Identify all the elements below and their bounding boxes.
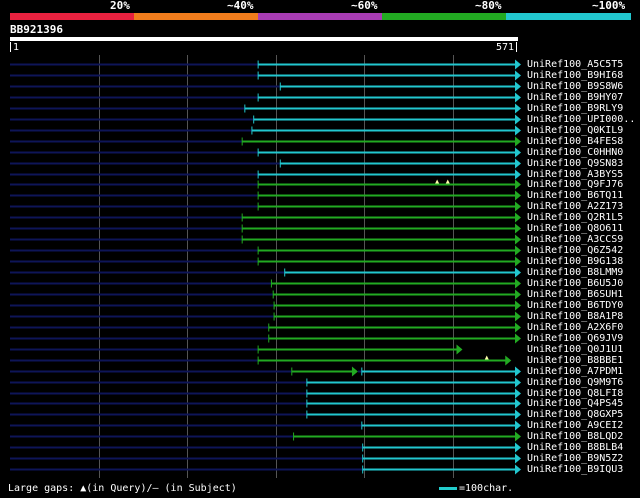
hit-end-arrow-icon xyxy=(515,92,521,103)
hit-end-arrow-icon xyxy=(515,398,521,409)
hit-end-arrow-icon xyxy=(515,125,521,136)
hit-label[interactable]: UniRef100_C0HHN0 xyxy=(527,147,623,158)
hit-end-arrow-icon xyxy=(515,223,521,234)
hit-label[interactable]: UniRef100_UPI000.. xyxy=(527,114,635,125)
hit-end-arrow-icon xyxy=(515,409,521,420)
hit-label[interactable]: UniRef100_Q9SN83 xyxy=(527,158,623,169)
hit-label[interactable]: UniRef100_B9HI68 xyxy=(527,70,623,81)
hit-label[interactable]: UniRef100_B8BBE1 xyxy=(527,355,623,366)
hit-label[interactable]: UniRef100_Q69JV9 xyxy=(527,333,623,344)
hit-label[interactable]: UniRef100_B6TQ11 xyxy=(527,190,623,201)
hit-end-arrow-icon xyxy=(515,81,521,92)
large-gaps-legend: Large gaps: ▲(in Query)/— (in Subject) xyxy=(8,483,237,494)
hit-end-arrow-icon xyxy=(515,300,521,311)
hit-end-arrow-icon xyxy=(515,453,521,464)
hit-label[interactable]: UniRef100_B6U5J0 xyxy=(527,278,623,289)
hit-end-arrow-icon xyxy=(456,344,463,355)
hit-label[interactable]: UniRef100_Q9M9T6 xyxy=(527,377,623,388)
hit-label[interactable]: UniRef100_A2X6F0 xyxy=(527,322,623,333)
scale-note-text: =100char. xyxy=(459,483,514,494)
hit-label[interactable]: UniRef100_A7PDM1 xyxy=(527,366,623,377)
query-gap-marker-icon xyxy=(445,179,450,184)
hit-label[interactable]: UniRef100_Q2R1L5 xyxy=(527,212,623,223)
hit-label[interactable]: UniRef100_B6SUH1 xyxy=(527,289,623,300)
hit-label[interactable]: UniRef100_B6TDY0 xyxy=(527,300,623,311)
hit-end-arrow-icon xyxy=(515,442,521,453)
hit-end-arrow-icon xyxy=(515,147,521,158)
hit-end-arrow-icon xyxy=(515,179,521,190)
hit-end-arrow-icon xyxy=(515,267,521,278)
hit-end-arrow-icon xyxy=(515,103,521,114)
hit-end-arrow-icon xyxy=(515,114,521,125)
hit-end-arrow-icon xyxy=(515,420,521,431)
hit-end-arrow-icon xyxy=(515,201,521,212)
hit-label[interactable]: UniRef100_B8A1P8 xyxy=(527,311,623,322)
hit-label[interactable]: UniRef100_B9S8W6 xyxy=(527,81,623,92)
hit-label[interactable]: UniRef100_Q8GXP5 xyxy=(527,409,623,420)
hit-end-arrow-icon xyxy=(515,388,521,399)
hit-label[interactable]: UniRef100_A2Z173 xyxy=(527,201,623,212)
hit-label[interactable]: UniRef100_B9HY07 xyxy=(527,92,623,103)
hit-label[interactable]: UniRef100_Q0KIL9 xyxy=(527,125,623,136)
hit-label[interactable]: UniRef100_Q8O611 xyxy=(527,223,623,234)
scale-line-icon xyxy=(439,486,457,490)
hit-label[interactable]: UniRef100_Q4PS45 xyxy=(527,398,623,409)
hit-end-arrow-icon xyxy=(515,366,521,377)
hit-label[interactable]: UniRef100_B9IQU3 xyxy=(527,464,623,475)
hit-end-arrow-icon xyxy=(515,256,521,267)
hit-end-arrow-icon xyxy=(515,169,521,180)
query-gap-marker-icon xyxy=(435,179,440,184)
hit-end-arrow-icon xyxy=(515,245,521,256)
hit-label[interactable]: UniRef100_Q9FJ76 xyxy=(527,179,623,190)
hit-end-arrow-icon xyxy=(515,311,521,322)
hit-end-arrow-icon xyxy=(515,158,521,169)
hit-label[interactable]: UniRef100_B9RLY9 xyxy=(527,103,623,114)
hit-label[interactable]: UniRef100_A9CEI2 xyxy=(527,420,623,431)
hit-label[interactable]: UniRef100_A3CCS9 xyxy=(527,234,623,245)
hit-end-arrow-icon xyxy=(515,136,521,147)
hit-end-arrow-icon xyxy=(515,234,521,245)
hit-label[interactable]: UniRef100_B9G138 xyxy=(527,256,623,267)
hit-label[interactable]: UniRef100_Q6Z542 xyxy=(527,245,623,256)
hit-end-arrow-icon xyxy=(515,333,521,344)
hit-label[interactable]: UniRef100_A5C5T5 xyxy=(527,59,623,70)
hit-label[interactable]: UniRef100_B8LMM9 xyxy=(527,267,623,278)
hit-end-arrow-icon xyxy=(515,322,521,333)
hit-label[interactable]: UniRef100_B9N5Z2 xyxy=(527,453,623,464)
scale-note: =100char. xyxy=(439,483,513,495)
hit-end-arrow-icon xyxy=(515,464,521,475)
hit-end-arrow-icon xyxy=(515,278,521,289)
hit-label[interactable]: UniRef100_Q0J1U1 xyxy=(527,344,623,355)
hit-end-arrow-icon xyxy=(515,289,521,300)
hit-end-arrow-icon xyxy=(515,59,521,70)
hit-end-arrow-icon xyxy=(505,355,512,366)
hit-label[interactable]: UniRef100_B8LQD2 xyxy=(527,431,623,442)
hit-end-arrow-icon xyxy=(515,190,521,201)
hit-end-arrow-icon xyxy=(351,366,358,377)
hit-label[interactable]: UniRef100_B4FES8 xyxy=(527,136,623,147)
hit-end-arrow-icon xyxy=(515,377,521,388)
hit-end-arrow-icon xyxy=(515,212,521,223)
hit-label[interactable]: UniRef100_B8BLB4 xyxy=(527,442,623,453)
hit-end-arrow-icon xyxy=(515,431,521,442)
query-gap-marker-icon xyxy=(484,355,489,360)
hit-end-arrow-icon xyxy=(515,70,521,81)
